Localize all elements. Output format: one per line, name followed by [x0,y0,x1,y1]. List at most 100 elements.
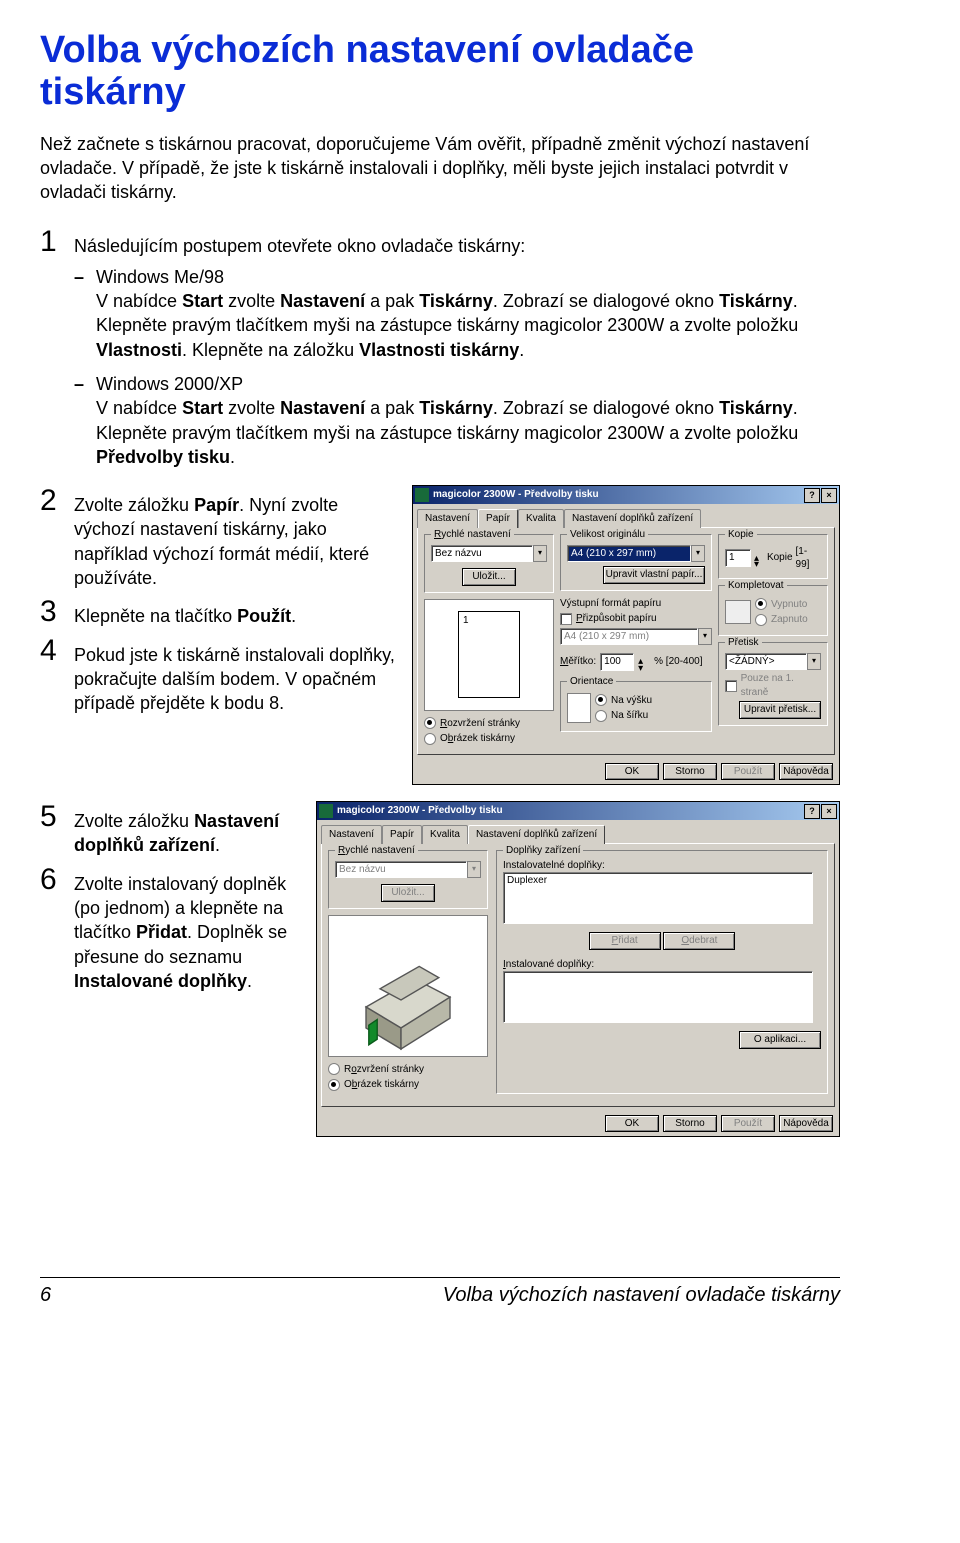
page-heading: Volba výchozích nastavení ovladače tiská… [40,30,840,114]
radio-image[interactable]: Obrázek tiskárny [424,732,554,746]
group-orientation: Orientace Na výšku Na šířku [560,681,712,732]
step-5-body: Zvolte záložku Nastavení doplňků zařízen… [74,801,304,858]
step-number: 1 [40,226,74,479]
tab-doplnky[interactable]: Nastavení doplňků zařízení [564,509,701,528]
edit-overlay-button[interactable]: Upravit přetisk... [739,701,821,719]
scale-field[interactable]: 100 [600,653,634,671]
help-button[interactable]: Nápověda [779,1115,833,1133]
spinner-down-icon[interactable]: ▾ [754,558,764,564]
scale-range: % [20-400] [654,655,702,669]
tabs: Nastavení Papír Kvalita Nastavení doplňk… [321,824,835,843]
tab-nastaveni[interactable]: Nastavení [417,509,478,528]
dialog-print-prefs-device: magicolor 2300W - Předvolby tisku ? × Na… [316,801,840,1137]
orig-size-label: Velikost originálu [567,528,648,542]
radio-image[interactable]: Obrázek tiskárny [328,1078,488,1092]
radio-collate-on: Zapnuto [755,613,808,627]
spinner-down-icon[interactable]: ▾ [638,662,650,669]
list-item[interactable]: Duplexer [507,874,809,888]
close-button[interactable]: × [821,804,837,819]
step-number: 2 [40,485,74,590]
step-1b: – Windows 2000/XP V nabídce Start zvolte… [74,372,840,469]
apply-button[interactable]: Použít [721,1115,775,1133]
quick-setting-field[interactable]: Bez názvu [431,545,533,563]
scale-label: Měřítko: [560,655,596,669]
help-button[interactable]: Nápověda [779,763,833,781]
bullet-dash: – [74,265,96,362]
overlay-field[interactable]: <ŽÁDNÝ> [725,653,807,671]
installed-list[interactable] [503,971,813,1023]
orientation-label: Orientace [567,675,616,689]
collate-label: Kompletovat [725,579,787,593]
orientation-icon [567,693,591,723]
add-button[interactable]: Přidat [589,932,661,950]
close-button[interactable]: × [821,488,837,503]
group-device-options: Doplňky zařízení Instalovatelné doplňky:… [496,850,828,1094]
step-number: 4 [40,635,74,716]
group-quick-settings: Rychlé nastavení Bez názvu ▾ Uložit... [424,534,554,593]
app-icon [415,488,429,502]
ok-button[interactable]: OK [605,763,659,781]
printer-image-preview [328,915,488,1057]
cancel-button[interactable]: Storno [663,763,717,781]
save-button[interactable]: Uložit... [462,568,516,586]
tab-papir[interactable]: Papír [382,825,422,844]
page-number: 6 [40,1282,51,1309]
dropdown-icon[interactable]: ▾ [691,545,705,563]
help-button[interactable]: ? [804,488,820,503]
orig-size-field[interactable]: A4 (210 x 297 mm) [567,545,691,563]
tabs: Nastavení Papír Kvalita Nastavení doplňk… [417,508,835,527]
custom-paper-button[interactable]: Upravit vlastní papír... [603,566,705,584]
quick-setting-field: Bez názvu [335,861,467,879]
copies-label: Kopie [725,528,757,542]
copies-field[interactable]: 1 [725,549,751,567]
step-1a: – Windows Me/98 V nabídce Start zvolte N… [74,265,840,362]
apply-button[interactable]: Použít [721,763,775,781]
radio-layout[interactable]: Rozvržení stránky [328,1063,488,1077]
dialog-title: magicolor 2300W - Předvolby tisku [433,488,599,502]
output-size-field: A4 (210 x 297 mm) [560,628,698,646]
dialog-titlebar[interactable]: magicolor 2300W - Předvolby tisku ? × [317,802,839,820]
tab-kvalita[interactable]: Kvalita [518,509,564,528]
page-one-label: 1 [463,614,469,628]
dropdown-icon[interactable]: ▾ [807,653,821,671]
device-options-label: Doplňky zařízení [503,844,583,858]
step-1b-body: Windows 2000/XP V nabídce Start zvolte N… [96,372,840,469]
dropdown-icon[interactable]: ▾ [533,545,547,563]
radio-layout[interactable]: Rozvržení stránky [424,717,554,731]
dialog-titlebar[interactable]: magicolor 2300W - Předvolby tisku ? × [413,486,839,504]
dropdown-icon: ▾ [467,861,481,879]
step-1a-body: Windows Me/98 V nabídce Start zvolte Nas… [96,265,840,362]
step-number: 5 [40,801,74,858]
step-1: 1 Následujícím postupem otevřete okno ov… [40,226,840,479]
installable-list[interactable]: Duplexer [503,872,813,924]
group-original-size: Velikost originálu A4 (210 x 297 mm) ▾ U… [560,534,712,591]
copies-range: [1-99] [796,545,821,572]
footer-title: Volba výchozích nastavení ovladače tiská… [443,1282,840,1309]
group-quick-label: ychlé nastavení [345,845,415,856]
radio-landscape[interactable]: Na šířku [595,709,652,723]
help-button[interactable]: ? [804,804,820,819]
tab-papir[interactable]: Papír [478,509,518,528]
radio-portrait[interactable]: Na výšku [595,694,652,708]
step-6: 6 Zvolte instalovaný doplněk (po jednom)… [40,864,304,993]
tab-nastaveni[interactable]: Nastavení [321,825,382,844]
group-quick-settings: Rychlé nastavení Bez názvu ▾ Uložit... [328,850,488,909]
group-overlay: Přetisk <ŽÁDNÝ> ▾ Pouze na 1. straně Upr… [718,642,828,726]
group-quick-label: ychlé nastavení [441,529,511,540]
remove-button[interactable]: Odebrat [663,932,735,950]
ok-button[interactable]: OK [605,1115,659,1133]
dialog-button-row: OK Storno Použít Nápověda [413,759,839,785]
group-collate: Kompletovat Vypnuto Zapnuto [718,585,828,636]
step-5: 5 Zvolte záložku Nastavení doplňků zaříz… [40,801,304,858]
page-footer: 6 Volba výchozích nastavení ovladače tis… [40,1277,840,1309]
cancel-button[interactable]: Storno [663,1115,717,1133]
fit-to-paper-checkbox[interactable]: Přizpůsobit papíru [560,612,712,626]
step-3-body: Klepněte na tlačítko Použít. [74,596,400,628]
tab-doplnky[interactable]: Nastavení doplňků zařízení [468,825,605,844]
spinner-up-icon[interactable]: ▴ [638,655,650,662]
step-1-intro: Následujícím postupem otevřete okno ovla… [74,234,840,258]
output-format-label: Výstupní formát papíru [560,597,712,611]
about-button[interactable]: O aplikaci... [739,1031,821,1049]
step-2: 2 Zvolte záložku Papír. Nyní zvolte vých… [40,485,400,590]
tab-kvalita[interactable]: Kvalita [422,825,468,844]
